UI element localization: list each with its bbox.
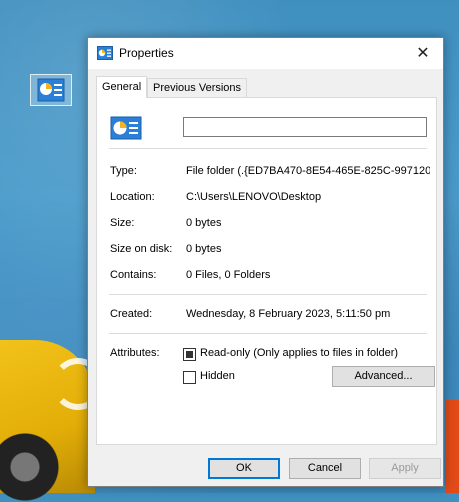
contains-label: Contains: [110,269,157,281]
size-value: 0 bytes [186,217,222,229]
cancel-button[interactable]: Cancel [289,458,361,479]
title-bar[interactable]: Properties ✕ [88,38,443,69]
wallpaper-car [0,340,104,502]
tab-previous-versions[interactable]: Previous Versions [147,78,248,98]
hidden-label[interactable]: Hidden [200,370,235,382]
wallpaper-wheel [0,432,60,502]
attributes-label: Attributes: [110,347,160,359]
control-panel-folder-icon [110,116,142,140]
tab-general[interactable]: General [96,76,148,98]
window-title: Properties [119,46,174,60]
created-value: Wednesday, 8 February 2023, 5:11:50 pm [186,308,391,320]
apply-button[interactable]: Apply [369,458,441,479]
folder-name-input[interactable] [183,117,427,137]
location-value: C:\Users\LENOVO\Desktop [186,191,322,203]
wallpaper-logo-strip [445,400,459,493]
desktop-folder-icon[interactable] [30,74,72,106]
control-panel-icon [97,46,113,60]
divider [109,333,427,334]
readonly-label[interactable]: Read-only (Only applies to files in fold… [200,347,398,359]
contains-value: 0 Files, 0 Folders [186,269,271,281]
ok-button[interactable]: OK [208,458,280,479]
control-panel-icon [37,78,65,102]
close-button[interactable]: ✕ [403,38,443,69]
size-label: Size: [110,217,135,229]
readonly-checkbox[interactable] [183,348,196,361]
general-panel: Type: File folder (.{ED7BA470-8E54-465E-… [96,97,437,445]
close-icon: ✕ [416,45,430,62]
size-on-disk-label: Size on disk: [110,243,173,255]
divider [109,294,427,295]
size-on-disk-value: 0 bytes [186,243,222,255]
properties-dialog: Properties ✕ General Previous Versions T… [87,37,444,487]
divider [109,148,427,149]
type-value: File folder (.{ED7BA470-8E54-465E-825C-9… [186,165,430,177]
created-label: Created: [110,308,153,320]
location-label: Location: [110,191,155,203]
hidden-checkbox[interactable] [183,371,196,384]
advanced-button[interactable]: Advanced... [332,366,435,387]
type-label: Type: [110,165,137,177]
